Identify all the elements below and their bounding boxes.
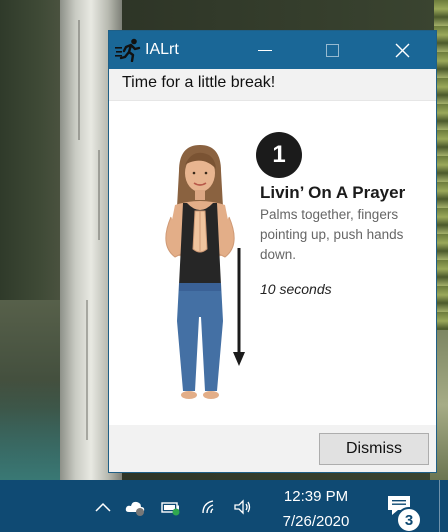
wifi-icon[interactable]: [200, 497, 222, 517]
show-desktop-button[interactable]: [439, 480, 448, 532]
push-down-arrow-icon: [233, 248, 245, 366]
notification-count-badge: 3: [396, 507, 422, 532]
break-reminder-window: IALrt Time for a little break! 1 Livin’ …: [108, 30, 437, 473]
exercise-panel: 1 Livin’ On A Prayer Palms together, fin…: [109, 101, 436, 427]
close-icon: [395, 43, 409, 57]
window-footer: Dismiss: [109, 425, 436, 472]
window-title: IALrt: [145, 41, 179, 58]
taskbar: 12:39 PM 7/26/2020 3: [0, 480, 448, 532]
clock-time[interactable]: 12:39 PM: [268, 488, 364, 505]
break-header: Time for a little break!: [109, 69, 436, 101]
minimize-icon: [258, 49, 272, 51]
maximize-icon: [325, 43, 339, 57]
window-titlebar[interactable]: IALrt: [109, 31, 436, 69]
maximize-button[interactable]: [309, 31, 355, 69]
clock-date[interactable]: 7/26/2020: [268, 513, 364, 530]
running-man-icon: [115, 38, 141, 62]
exercise-duration: 10 seconds: [260, 281, 332, 297]
step-number-badge: 1: [256, 132, 302, 178]
exercise-title: Livin’ On A Prayer: [260, 183, 406, 202]
exercise-description: Palms together, fingers pointing up, pus…: [260, 207, 404, 262]
dismiss-button[interactable]: Dismiss: [319, 433, 429, 465]
volume-icon[interactable]: [232, 497, 254, 517]
minimize-button[interactable]: [242, 31, 288, 69]
battery-icon[interactable]: [160, 497, 182, 517]
close-button[interactable]: [379, 31, 425, 69]
chevron-up-icon[interactable]: [92, 497, 114, 517]
onedrive-icon[interactable]: [124, 497, 146, 517]
